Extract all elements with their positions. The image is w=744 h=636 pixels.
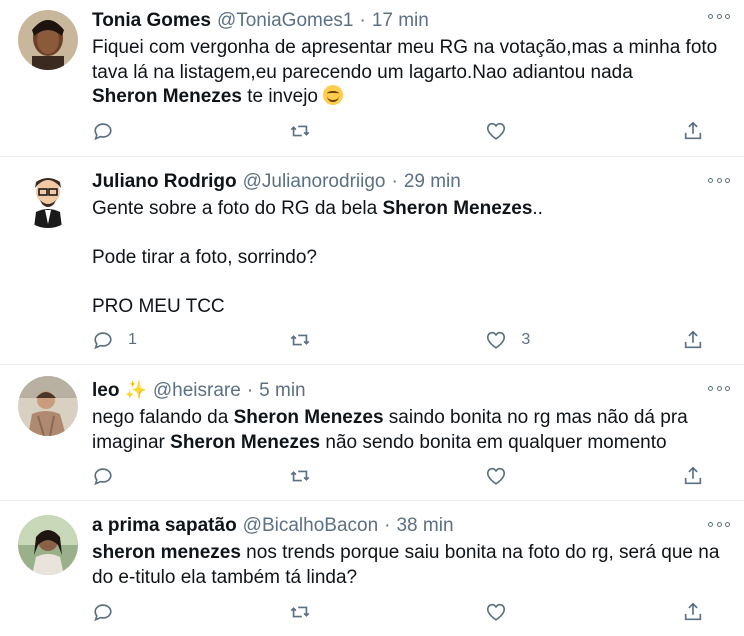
separator-dot: · <box>384 515 391 536</box>
heart-icon <box>487 467 506 485</box>
timestamp[interactable]: 5 min <box>259 379 305 403</box>
heart-icon <box>487 603 506 621</box>
tweet-text-line: não sendo bonita em qualquer momento <box>320 431 667 453</box>
reply-button[interactable]: 1 <box>92 329 192 351</box>
separator-dot: · <box>391 171 398 192</box>
tweet-text-line: Gente sobre a foto do RG da bela <box>92 198 383 219</box>
user-handle[interactable]: @ToniaGomes1 <box>217 9 354 33</box>
tweet-text-line: PRO MEU TCC <box>92 296 225 317</box>
user-handle[interactable]: @Julianorodriigo <box>243 170 386 194</box>
separator-dot: · <box>246 380 254 401</box>
tweet-header: a prima sapatão @BicalhoBacon · 38 min <box>92 514 728 538</box>
retweet-button[interactable] <box>289 329 389 351</box>
tweet-text-line: saindo bonita no rg mas não dá pra <box>383 407 688 428</box>
like-button[interactable] <box>485 465 585 487</box>
share-icon <box>684 466 702 485</box>
like-button[interactable]: 3 <box>485 329 585 351</box>
retweet-button[interactable] <box>289 120 389 142</box>
share-button[interactable] <box>682 601 704 623</box>
tweet[interactable]: Juliano Rodrigo @Julianorodriigo · 29 mi… <box>0 157 744 365</box>
bold-mention: sheron menezes <box>92 542 241 563</box>
heart-icon <box>487 331 506 349</box>
reply-button[interactable] <box>92 465 192 487</box>
bold-mention: Sheron Menezes <box>170 431 321 453</box>
tweet-text-line: Fiquei com vergonha de apresentar meu RG… <box>92 37 718 58</box>
avatar[interactable] <box>18 168 78 228</box>
timestamp[interactable]: 38 min <box>396 514 453 538</box>
retweet-button[interactable] <box>289 465 389 487</box>
more-options-icon[interactable] <box>708 176 730 184</box>
tweet-text-line: .. <box>532 198 543 219</box>
reply-icon <box>94 123 112 141</box>
retweet-icon <box>290 125 309 137</box>
share-icon <box>684 330 702 349</box>
more-options-icon[interactable] <box>708 520 730 528</box>
tweet-text-line: imaginar <box>92 431 171 453</box>
reply-button[interactable] <box>92 120 192 142</box>
avatar[interactable] <box>18 515 78 575</box>
tweet-actions <box>92 120 704 142</box>
tweet-text-line: do e-titulo ela também tá linda? <box>92 566 358 588</box>
tweet-text-line: Pode tirar a foto, sorrindo? <box>92 247 317 268</box>
reply-icon <box>94 468 112 486</box>
tweet-text-line: te invejo <box>241 86 324 107</box>
like-button[interactable] <box>485 120 585 142</box>
avatar[interactable] <box>18 10 78 70</box>
share-icon <box>684 602 702 621</box>
tweet-text-line: nego falando da <box>92 407 234 428</box>
user-handle[interactable]: @heisrare <box>153 379 241 403</box>
tweet-header: leo ✨ @heisrare · 5 min <box>92 378 728 403</box>
smiling-face-icon <box>323 85 344 105</box>
display-name[interactable]: Juliano Rodrigo <box>92 170 237 194</box>
display-name[interactable]: a prima sapatão <box>92 514 237 538</box>
tweet-actions <box>92 601 704 623</box>
tweet-text: Gente sobre a foto do RG da bela Sheron … <box>92 197 728 320</box>
retweet-icon <box>290 606 309 618</box>
share-button[interactable] <box>682 465 704 487</box>
tweet[interactable]: a prima sapatão @BicalhoBacon · 38 min s… <box>0 501 744 636</box>
tweet[interactable]: leo ✨ @heisrare · 5 min nego falando da … <box>0 365 744 501</box>
share-button[interactable] <box>682 329 704 351</box>
timestamp[interactable]: 17 min <box>372 9 429 33</box>
reply-icon <box>94 604 112 622</box>
tweet[interactable]: Tonia Gomes @ToniaGomes1 · 17 min Fiquei… <box>0 0 744 157</box>
like-count: 3 <box>521 331 531 348</box>
heart-icon <box>487 122 506 140</box>
tweet-actions <box>92 465 704 487</box>
retweet-icon <box>290 470 309 482</box>
tweet-header: Tonia Gomes @ToniaGomes1 · 17 min <box>92 9 728 33</box>
like-button[interactable] <box>485 601 585 623</box>
reply-count: 1 <box>128 331 137 348</box>
avatar[interactable] <box>18 376 78 436</box>
more-options-icon[interactable] <box>708 384 730 392</box>
share-button[interactable] <box>682 120 704 142</box>
tweet-text: sheron menezes nos trends porque saiu bo… <box>92 541 728 590</box>
tweet-actions: 1 3 <box>92 329 704 351</box>
timestamp[interactable]: 29 min <box>404 170 461 194</box>
display-name[interactable]: leo <box>92 379 119 403</box>
tweet-text: Fiquei com vergonha de apresentar meu RG… <box>92 36 728 110</box>
more-options-icon[interactable] <box>708 12 730 20</box>
share-icon <box>684 121 702 140</box>
bold-mention: Sheron Menezes <box>233 407 384 428</box>
reply-button[interactable] <box>92 601 192 623</box>
bold-mention: Sheron Menezes <box>382 198 533 219</box>
tweet-header: Juliano Rodrigo @Julianorodriigo · 29 mi… <box>92 170 728 194</box>
tweet-text: nego falando da Sheron Menezes saindo bo… <box>92 406 728 455</box>
retweet-button[interactable] <box>289 601 389 623</box>
reply-icon <box>94 332 112 350</box>
tweet-text-line: tava lá na listagem,eu parecendo um laga… <box>92 61 633 83</box>
user-handle[interactable]: @BicalhoBacon <box>243 514 378 538</box>
tweet-text-line: nos trends porque saiu bonita na foto do… <box>240 542 720 563</box>
sparkles-icon: ✨ <box>124 380 147 400</box>
display-name[interactable]: Tonia Gomes <box>92 9 211 33</box>
bold-mention: Sheron Menezes <box>92 86 242 107</box>
separator-dot: · <box>359 10 366 31</box>
retweet-icon <box>290 334 309 346</box>
